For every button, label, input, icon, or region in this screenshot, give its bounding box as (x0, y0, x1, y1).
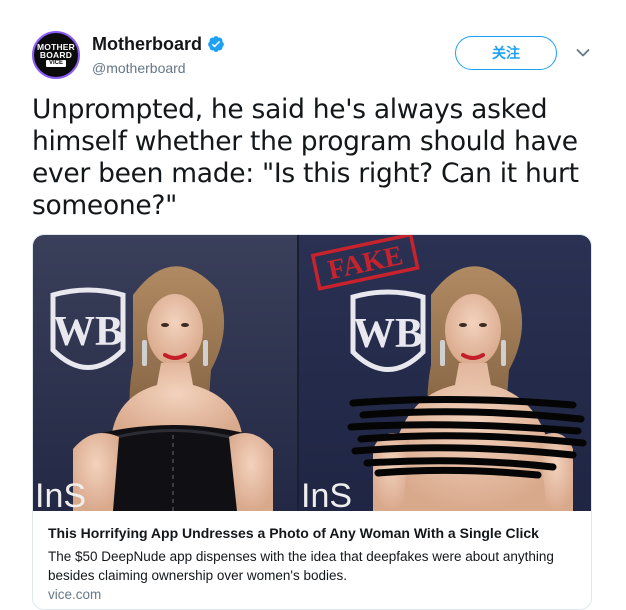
avatar[interactable]: MOTHER BOARD VICE (32, 31, 80, 79)
avatar-text-line3: VICE (45, 60, 66, 67)
account-name[interactable]: Motherboard (92, 34, 202, 54)
avatar-text-line2: BOARD (39, 50, 73, 60)
svg-text:WB: WB (353, 311, 423, 357)
link-card[interactable]: WB InS FAKE WB InS This Horrifying App U… (32, 234, 592, 610)
chevron-down-icon[interactable] (576, 48, 590, 58)
right-photo: FAKE WB InS (298, 235, 591, 511)
svg-text:InS: InS (301, 477, 352, 511)
left-photo: WB InS (33, 235, 298, 511)
card-image[interactable]: WB InS FAKE WB InS (33, 235, 592, 511)
svg-text:InS: InS (35, 477, 86, 511)
svg-text:WB: WB (53, 309, 123, 355)
follow-button[interactable]: 关注 (455, 36, 557, 70)
tweet-header: MOTHER BOARD VICE Motherboard @motherboa… (0, 0, 626, 90)
verified-badge-icon (208, 36, 224, 52)
card-title[interactable]: This Horrifying App Undresses a Photo of… (48, 525, 539, 541)
account-handle[interactable]: @motherboard (92, 60, 186, 76)
tweet-text: Unprompted, he said he's always asked hi… (32, 94, 579, 221)
card-description: The $50 DeepNude app dispenses with the … (48, 549, 554, 583)
card-domain[interactable]: vice.com (48, 587, 101, 602)
